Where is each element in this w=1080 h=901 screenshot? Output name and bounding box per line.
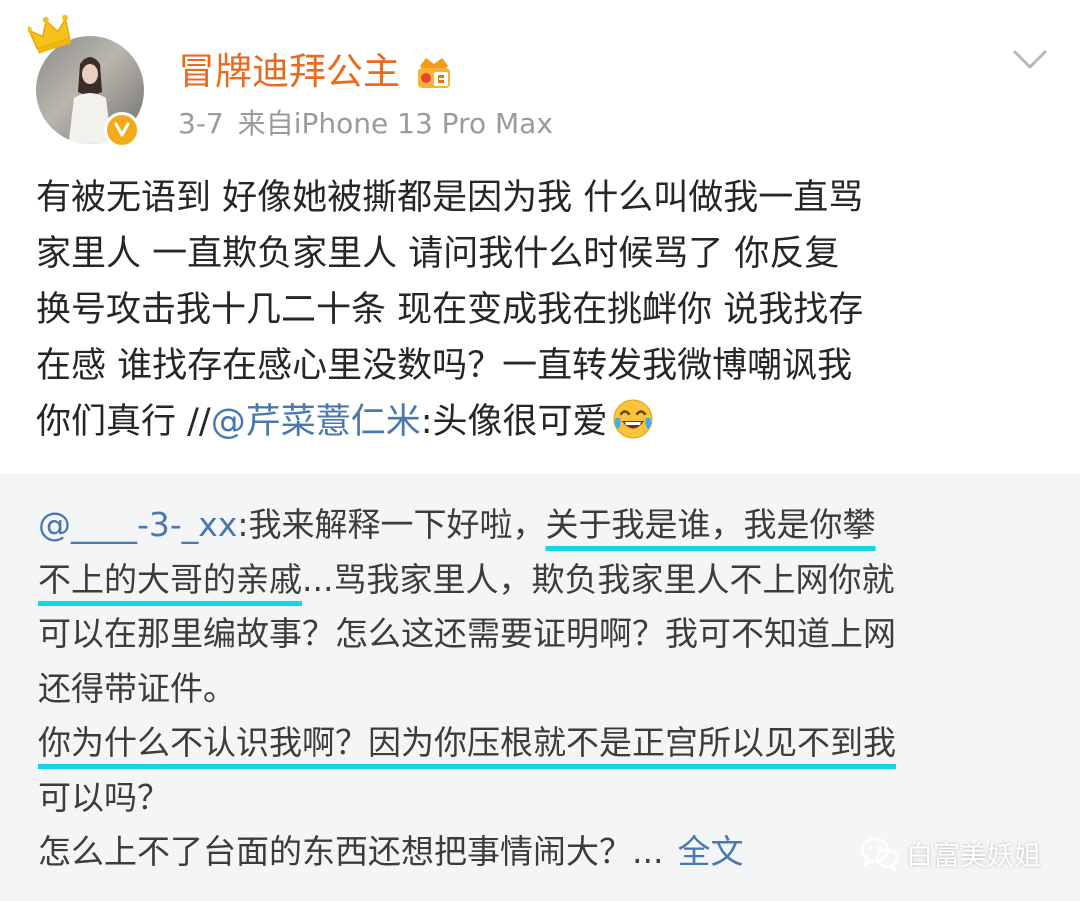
post-line: 在感 谁找存在感心里没数吗？一直转发我微博嘲讽我 <box>36 346 853 386</box>
quote-line: 可以在那里编故事？怎么这还需要证明啊？我可不知道上网 <box>38 614 896 653</box>
highlighted-text: 不上的大哥的亲戚 <box>38 559 302 599</box>
quote-text: :我来解释一下好啦， <box>237 505 546 544</box>
post-text: 有被无语到 好像她被撕都是因为我 什么叫做我一直骂 家里人 一直欺负家里人 请问… <box>36 170 1056 450</box>
quote-line: @____-3-_xx:我来解释一下好啦，关于我是谁，我是你攀 <box>38 498 1068 553</box>
wechat-logo-icon <box>860 837 899 871</box>
member-badge-icon[interactable] <box>414 52 454 92</box>
mention-link[interactable]: @芹菜薏仁米 <box>211 402 421 442</box>
watermark-text: 白富美妖姐 <box>906 841 1041 872</box>
post-source: 来自iPhone 13 Pro Max <box>237 107 553 140</box>
crown-icon <box>28 14 72 54</box>
highlighted-text: 你为什么不认识我啊？因为你压根就不是正宫所以见不到我 <box>38 723 896 762</box>
quote-text: 怎么上不了台面的东西还想把事情闹大？... <box>38 832 664 871</box>
post-line: 换号攻击我十几二十条 现在变成我在挑衅你 说我找存 <box>36 290 864 330</box>
quote-line: 你为什么不认识我啊？因为你压根就不是正宫所以见不到我 <box>38 716 1068 771</box>
post-line-suffix: :头像很可爱 <box>420 402 608 442</box>
full-text-link[interactable]: 全文 <box>677 832 743 871</box>
quote-line: 不上的大哥的亲戚...骂我家里人，欺负我家里人不上网你就 <box>38 553 1068 608</box>
post-line: 家里人 一直欺负家里人 请问我什么时候骂了 你反复 <box>36 234 840 274</box>
chevron-down-icon[interactable] <box>1012 46 1048 74</box>
quote-line: 还得带证件。 <box>38 668 236 708</box>
quote-line: 可以吗？ <box>38 777 170 817</box>
post-line-last: 你们真行 //@芹菜薏仁米:头像很可爱 <box>36 394 1056 450</box>
laughing-tears-emoji-icon <box>613 399 653 439</box>
quoted-post-text: @____-3-_xx:我来解释一下好啦，关于我是谁，我是你攀 不上的大哥的亲戚… <box>38 498 1068 880</box>
verified-badge-icon <box>104 112 140 148</box>
post-meta: 3-7 来自iPhone 13 Pro Max <box>178 104 553 144</box>
post-line: 有被无语到 好像她被撕都是因为我 什么叫做我一直骂 <box>36 178 864 218</box>
watermark: 白富美妖姐 <box>860 834 1041 873</box>
quoted-post[interactable]: @____-3-_xx:我来解释一下好啦，关于我是谁，我是你攀 不上的大哥的亲戚… <box>0 474 1080 901</box>
quote-mention-link[interactable]: @____-3-_xx <box>38 505 237 544</box>
quote-text: ...骂我家里人，欺负我家里人不上网你就 <box>302 559 895 599</box>
highlighted-text: 关于我是谁，我是你攀 <box>545 505 876 544</box>
post-date: 3-7 <box>178 107 224 140</box>
username[interactable]: 冒牌迪拜公主 <box>178 48 400 96</box>
post-line-prefix: 你们真行 // <box>36 402 211 442</box>
